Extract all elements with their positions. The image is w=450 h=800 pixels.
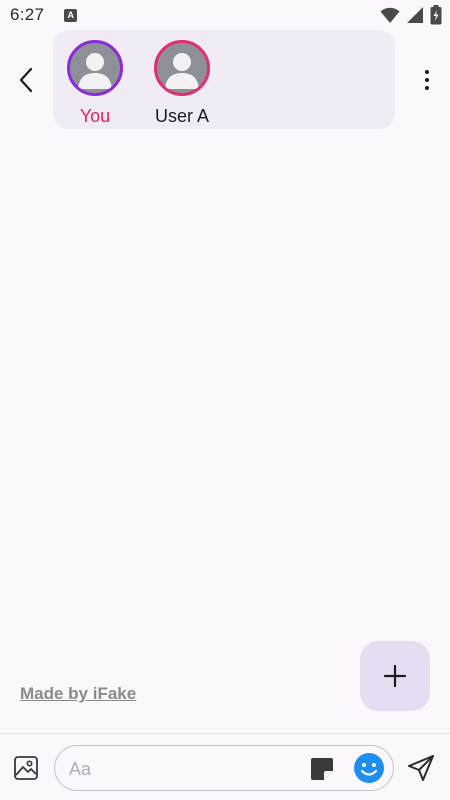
notification-a-icon: A (64, 8, 78, 22)
participant-name: You (79, 106, 111, 126)
more-options-button[interactable] (420, 64, 434, 96)
signal-icon (407, 7, 423, 23)
participant-name: User A (154, 106, 210, 126)
message-input[interactable] (69, 756, 289, 782)
chevron-left-icon (19, 67, 33, 93)
emoji-icon[interactable] (353, 752, 385, 784)
more-vertical-icon (425, 70, 429, 74)
person-icon (78, 53, 112, 89)
sticker-icon[interactable] (309, 756, 335, 782)
send-button[interactable] (405, 752, 437, 784)
plus-icon (383, 664, 407, 688)
participant-you[interactable]: You (55, 40, 135, 127)
battery-charging-icon (430, 5, 442, 25)
avatar (154, 40, 210, 96)
send-icon (408, 755, 434, 781)
person-icon (165, 53, 199, 89)
message-input-container (54, 745, 394, 791)
back-button[interactable] (10, 62, 42, 98)
add-message-button[interactable] (360, 641, 430, 711)
participant-user-a[interactable]: User A (142, 40, 222, 127)
wifi-icon (380, 7, 400, 23)
composer-bar (0, 734, 450, 800)
status-time: 6:27 (10, 5, 45, 24)
avatar (67, 40, 123, 96)
attach-image-button[interactable] (12, 754, 40, 782)
participants-card: You User A (53, 30, 395, 129)
made-by-link[interactable]: Made by iFake (20, 684, 136, 704)
image-icon (14, 756, 38, 780)
status-icons (380, 5, 442, 25)
status-bar: 6:27 A (0, 0, 450, 30)
chat-screen: 6:27 A You User A Made by iFake Aa (0, 0, 450, 800)
